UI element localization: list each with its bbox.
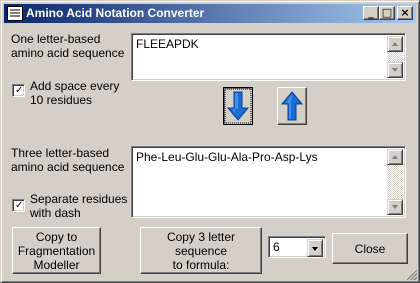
three-letter-label: Three letter-based amino acid sequence [11,146,125,174]
copy-to-fragmentation-button[interactable]: Copy to Fragmentation Modeller [12,227,101,274]
three-letter-scrollbar[interactable] [387,149,403,215]
separate-dash-checkbox[interactable]: ✓ [12,199,25,212]
arrow-down-icon [224,88,252,124]
copy-to-formula-button[interactable]: Copy 3 letter sequence to formula: [140,227,262,274]
chevron-down-icon[interactable] [307,239,323,257]
check-icon: ✓ [15,200,24,211]
add-space-checkbox[interactable]: ✓ [12,84,25,97]
check-icon: ✓ [15,85,24,96]
one-letter-scrollbar[interactable] [387,36,403,78]
scroll-up-button[interactable] [387,149,403,165]
close-window-button[interactable]: × [397,6,413,20]
app-icon [7,6,23,21]
formula-index-select[interactable]: 6 [268,236,326,258]
three-letter-sequence-input[interactable]: Phe-Leu-Glu-Glu-Ala-Pro-Asp-Lys [131,146,406,218]
separate-dash-label: Separate residues with dash [30,192,128,220]
one-letter-sequence-input[interactable]: FLEEAPDK [131,33,406,81]
scroll-down-button[interactable] [387,199,403,215]
formula-index-value: 6 [273,240,280,254]
scroll-down-button[interactable] [387,62,403,78]
minimize-button[interactable]: _ [363,6,379,20]
one-letter-label: One letter-based amino acid sequence [11,32,125,60]
arrow-up-icon [280,91,304,121]
scroll-up-button[interactable] [387,36,403,52]
close-button[interactable]: Close [332,233,408,264]
title-bar[interactable]: Amino Acid Notation Converter _ □ × [4,4,416,23]
window-title: Amino Acid Notation Converter [26,6,205,20]
convert-up-button[interactable] [277,87,307,125]
resize-grip-icon[interactable] [405,268,417,280]
convert-down-button[interactable] [223,87,253,125]
converter-window: Amino Acid Notation Converter _ □ × One … [0,0,420,283]
three-letter-sequence-text: Phe-Leu-Glu-Glu-Ala-Pro-Asp-Lys [136,150,318,164]
add-space-label: Add space every 10 residues [30,79,120,107]
maximize-button[interactable]: □ [379,6,395,20]
one-letter-sequence-text: FLEEAPDK [136,37,199,51]
